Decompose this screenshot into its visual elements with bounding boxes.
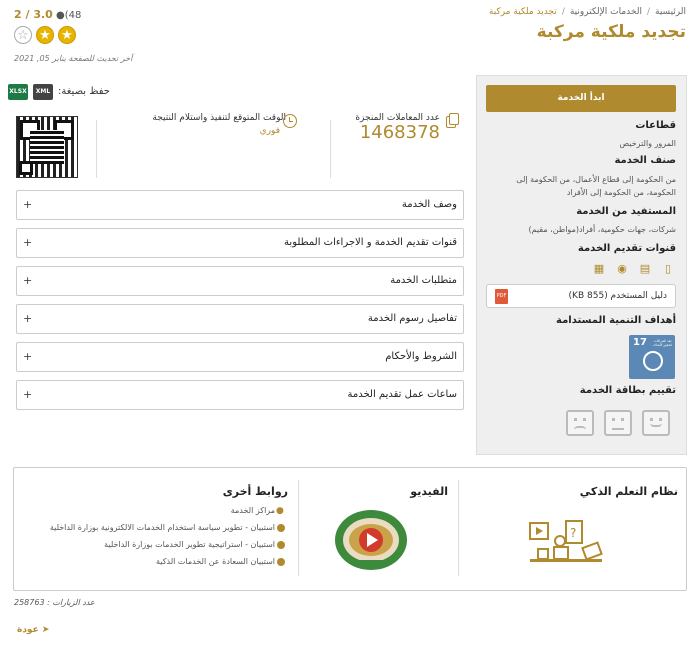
accordion-channels-procedures[interactable]: + قنوات تقديم الخدمة و الاجراءات المطلوب…	[16, 228, 464, 258]
card-rating-heading: تقييم بطاقة الخدمة	[579, 385, 676, 396]
laptop-icon: ▤	[639, 262, 651, 275]
user-icon: ●	[56, 10, 65, 21]
accordion-requirements[interactable]: + متطلبات الخدمة	[16, 266, 464, 296]
beneficiary-heading: المستفيد من الخدمة	[576, 206, 676, 217]
copy-icon	[446, 113, 459, 128]
sad-face-icon[interactable]	[566, 410, 594, 436]
kiosk-icon: ▦	[593, 262, 605, 275]
rating-votes: (48	[64, 10, 82, 21]
last-updated: آخر تحديث للصفحة يناير 05, 2021	[14, 54, 133, 63]
chevron-circle-icon: ➤	[41, 625, 50, 635]
link-survey-policy[interactable]: استبيان - تطوير سياسة استخدام الخدمات ال…	[50, 523, 275, 532]
link-survey-happiness[interactable]: استبيان السعادة عن الخدمات الذكية	[156, 557, 275, 566]
sectors-heading: قطاعات	[635, 120, 676, 131]
bullet-icon	[277, 558, 285, 566]
xlsx-icon[interactable]: XLSX	[8, 84, 28, 100]
mobile-icon: ▯	[664, 262, 672, 275]
user-guide-download[interactable]: PDF دليل المستخدم (855 KB)	[486, 284, 676, 308]
accordion-title: متطلبات الخدمة	[390, 275, 457, 286]
link-service-centers[interactable]: مراكز الخدمة	[231, 506, 275, 515]
breadcrumb: الرئيسية/الخدمات الإلكترونية/تجديد ملكية…	[488, 7, 686, 17]
smart-learning-heading: نظام التعلم الذكي	[579, 485, 678, 498]
video-heading: الفيديو	[410, 485, 448, 498]
breadcrumb-current: تجديد ملكية مركبة	[488, 7, 557, 17]
qr-code-body	[30, 130, 64, 164]
clock-icon	[283, 114, 297, 128]
accordion-fees[interactable]: + تفاصيل رسوم الخدمة	[16, 304, 464, 334]
service-sidebar	[476, 75, 687, 455]
sdg-text: عقد الشراكات لتحقيق الأهداف	[652, 339, 672, 347]
divider	[330, 120, 331, 178]
plus-icon[interactable]: +	[23, 274, 32, 287]
divider	[298, 480, 299, 576]
sdg-heading: أهداف التنمية المستدامة	[556, 315, 676, 326]
category-text: من الحكومة إلى قطاع الأعمال، من الحكومة …	[516, 175, 676, 197]
start-service-button[interactable]: ابدأ الخدمة	[486, 85, 676, 112]
plus-icon[interactable]: +	[23, 388, 32, 401]
bullet-icon	[277, 524, 285, 532]
user-guide-label: دليل المستخدم (855 KB)	[568, 291, 667, 301]
divider	[458, 480, 459, 576]
back-label: عودة	[17, 625, 39, 635]
plus-icon[interactable]: +	[23, 350, 32, 363]
pdf-icon: PDF	[495, 289, 508, 304]
accordion-title: وصف الخدمة	[401, 199, 457, 210]
link-survey-strategy[interactable]: استبيان - استراتيجية تطوير الخدمات بوزار…	[104, 540, 275, 549]
eta-value: فوري	[259, 126, 280, 136]
accordion-terms[interactable]: + الشروط والأحكام	[16, 342, 464, 372]
location-pin-icon: ●	[276, 506, 284, 516]
back-link[interactable]: عودة ➤	[17, 625, 49, 635]
plus-icon[interactable]: +	[23, 236, 32, 249]
breadcrumb-home[interactable]: الرئيسية	[655, 7, 686, 17]
channels-heading: قنوات تقديم الخدمة	[577, 243, 676, 254]
star-empty-icon[interactable]: ☆	[14, 26, 32, 44]
transactions-count: 1468378	[359, 122, 440, 143]
neutral-face-icon[interactable]	[604, 410, 632, 436]
ministry-logo-video[interactable]	[331, 506, 411, 572]
beneficiary-text: شركات، جهات حكومية، أفراد(مواطن، مقيم)	[528, 225, 676, 234]
visits-count: عدد الزيارات : 258763	[14, 598, 95, 607]
svg-text:?: ?	[570, 526, 576, 540]
accordion-working-hours[interactable]: + ساعات عمل تقديم الخدمة	[16, 380, 464, 410]
star-filled-icon[interactable]: ★	[58, 26, 76, 44]
rating-stars[interactable]: ☆ ★ ★	[14, 24, 80, 44]
accordion-title: قنوات تقديم الخدمة و الاجراءات المطلوبة	[284, 237, 457, 248]
rating-summary: 2 / 3.0 ●(48	[14, 8, 81, 21]
accordion-title: الشروط والأحكام	[385, 351, 457, 362]
plus-icon[interactable]: +	[23, 198, 32, 211]
accordion-title: تفاصيل رسوم الخدمة	[367, 313, 457, 324]
sectors-text: المرور والترخيص	[619, 139, 676, 148]
xml-icon[interactable]: XML	[33, 84, 53, 100]
page-title: تجديد ملكية مركبة	[536, 22, 686, 42]
save-as-label: حفظ بصيغة:	[58, 86, 110, 97]
plus-icon[interactable]: +	[23, 312, 32, 325]
sdg-number: 17	[633, 337, 647, 348]
smart-learning-icon[interactable]: ?	[528, 517, 604, 567]
bullet-icon	[277, 541, 285, 549]
eta-label: الوقت المتوقع لتنفيذ واستلام النتيجة	[152, 113, 286, 123]
accordion-service-description[interactable]: + وصف الخدمة	[16, 190, 464, 220]
accordion-title: ساعات عمل تقديم الخدمة	[347, 389, 458, 400]
category-heading: صنف الخدمة	[614, 155, 676, 166]
sdg-flower-icon	[643, 351, 663, 371]
divider	[96, 120, 97, 178]
qr-code-corner	[19, 161, 33, 175]
location-icon: ◉	[617, 262, 627, 275]
other-links-heading: روابط أخرى	[222, 485, 288, 498]
star-filled-icon[interactable]: ★	[36, 26, 54, 44]
happy-face-icon[interactable]	[642, 410, 670, 436]
sdg-goal-icon[interactable]: 17 عقد الشراكات لتحقيق الأهداف	[629, 335, 675, 379]
breadcrumb-services[interactable]: الخدمات الإلكترونية	[570, 7, 642, 17]
rating-score: 2 / 3.0	[14, 8, 53, 21]
